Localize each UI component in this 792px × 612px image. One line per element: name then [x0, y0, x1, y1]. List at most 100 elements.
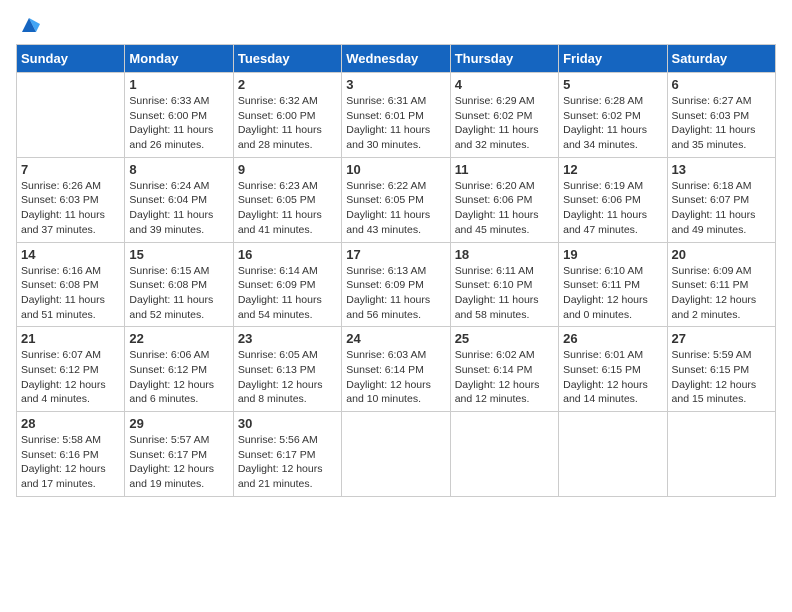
header-thursday: Thursday: [450, 45, 558, 73]
day-info: Sunrise: 6:29 AMSunset: 6:02 PMDaylight:…: [455, 94, 554, 153]
calendar-cell: 14 Sunrise: 6:16 AMSunset: 6:08 PMDayligh…: [17, 242, 125, 327]
day-info: Sunrise: 6:27 AMSunset: 6:03 PMDaylight:…: [672, 94, 771, 153]
day-info: Sunrise: 6:06 AMSunset: 6:12 PMDaylight:…: [129, 348, 228, 407]
calendar-week-3: 14 Sunrise: 6:16 AMSunset: 6:08 PMDayligh…: [17, 242, 776, 327]
day-info: Sunrise: 6:18 AMSunset: 6:07 PMDaylight:…: [672, 179, 771, 238]
day-number: 24: [346, 331, 445, 346]
day-number: 26: [563, 331, 662, 346]
calendar-cell: 10 Sunrise: 6:22 AMSunset: 6:05 PMDayligh…: [342, 157, 450, 242]
calendar-cell: 5 Sunrise: 6:28 AMSunset: 6:02 PMDaylight…: [559, 73, 667, 158]
calendar-cell: 28Sunrise: 5:58 AMSunset: 6:16 PMDayligh…: [17, 412, 125, 497]
header-monday: Monday: [125, 45, 233, 73]
calendar-cell: 16 Sunrise: 6:14 AMSunset: 6:09 PMDayligh…: [233, 242, 341, 327]
calendar-cell: 7 Sunrise: 6:26 AMSunset: 6:03 PMDaylight…: [17, 157, 125, 242]
calendar-cell: 24 Sunrise: 6:03 AMSunset: 6:14 PMDayligh…: [342, 327, 450, 412]
calendar-cell: 27Sunrise: 5:59 AMSunset: 6:15 PMDayligh…: [667, 327, 775, 412]
calendar-cell: 21 Sunrise: 6:07 AMSunset: 6:12 PMDayligh…: [17, 327, 125, 412]
header-friday: Friday: [559, 45, 667, 73]
calendar-week-4: 21 Sunrise: 6:07 AMSunset: 6:12 PMDayligh…: [17, 327, 776, 412]
day-number: 16: [238, 247, 337, 262]
calendar-cell: [342, 412, 450, 497]
calendar-cell: 11 Sunrise: 6:20 AMSunset: 6:06 PMDayligh…: [450, 157, 558, 242]
day-number: 17: [346, 247, 445, 262]
day-number: 14: [21, 247, 120, 262]
calendar-cell: 30 Sunrise: 5:56 AMSunset: 6:17 PMDayligh…: [233, 412, 341, 497]
day-info: Sunrise: 6:26 AMSunset: 6:03 PMDaylight:…: [21, 179, 120, 238]
calendar-cell: [17, 73, 125, 158]
calendar-cell: 3 Sunrise: 6:31 AMSunset: 6:01 PMDaylight…: [342, 73, 450, 158]
calendar-cell: 1 Sunrise: 6:33 AMSunset: 6:00 PMDaylight…: [125, 73, 233, 158]
calendar-cell: 18 Sunrise: 6:11 AMSunset: 6:10 PMDayligh…: [450, 242, 558, 327]
calendar-week-5: 28Sunrise: 5:58 AMSunset: 6:16 PMDayligh…: [17, 412, 776, 497]
day-info: Sunrise: 5:57 AMSunset: 6:17 PMDaylight:…: [129, 433, 228, 492]
day-info: Sunrise: 6:11 AMSunset: 6:10 PMDaylight:…: [455, 264, 554, 323]
day-number: 28: [21, 416, 120, 431]
day-number: 13: [672, 162, 771, 177]
calendar-week-1: 1 Sunrise: 6:33 AMSunset: 6:00 PMDaylight…: [17, 73, 776, 158]
day-info: Sunrise: 6:33 AMSunset: 6:00 PMDaylight:…: [129, 94, 228, 153]
day-info: Sunrise: 6:32 AMSunset: 6:00 PMDaylight:…: [238, 94, 337, 153]
day-info: Sunrise: 5:59 AMSunset: 6:15 PMDaylight:…: [672, 348, 771, 407]
day-number: 22: [129, 331, 228, 346]
day-info: Sunrise: 6:28 AMSunset: 6:02 PMDaylight:…: [563, 94, 662, 153]
calendar-cell: 17Sunrise: 6:13 AMSunset: 6:09 PMDayligh…: [342, 242, 450, 327]
day-info: Sunrise: 6:23 AMSunset: 6:05 PMDaylight:…: [238, 179, 337, 238]
day-info: Sunrise: 6:16 AMSunset: 6:08 PMDaylight:…: [21, 264, 120, 323]
day-number: 7: [21, 162, 120, 177]
calendar-table: SundayMondayTuesdayWednesdayThursdayFrid…: [16, 44, 776, 497]
day-number: 21: [21, 331, 120, 346]
day-info: Sunrise: 6:14 AMSunset: 6:09 PMDaylight:…: [238, 264, 337, 323]
calendar-cell: 13 Sunrise: 6:18 AMSunset: 6:07 PMDayligh…: [667, 157, 775, 242]
day-number: 9: [238, 162, 337, 177]
calendar-cell: 22 Sunrise: 6:06 AMSunset: 6:12 PMDayligh…: [125, 327, 233, 412]
day-info: Sunrise: 6:03 AMSunset: 6:14 PMDaylight:…: [346, 348, 445, 407]
calendar-cell: 19 Sunrise: 6:10 AMSunset: 6:11 PMDayligh…: [559, 242, 667, 327]
logo: [16, 16, 40, 36]
calendar-cell: 25 Sunrise: 6:02 AMSunset: 6:14 PMDayligh…: [450, 327, 558, 412]
day-info: Sunrise: 6:31 AMSunset: 6:01 PMDaylight:…: [346, 94, 445, 153]
day-info: Sunrise: 6:15 AMSunset: 6:08 PMDaylight:…: [129, 264, 228, 323]
day-info: Sunrise: 6:20 AMSunset: 6:06 PMDaylight:…: [455, 179, 554, 238]
day-number: 20: [672, 247, 771, 262]
day-number: 18: [455, 247, 554, 262]
day-number: 10: [346, 162, 445, 177]
day-number: 19: [563, 247, 662, 262]
calendar-cell: [667, 412, 775, 497]
calendar-cell: 9 Sunrise: 6:23 AMSunset: 6:05 PMDaylight…: [233, 157, 341, 242]
calendar-cell: 26 Sunrise: 6:01 AMSunset: 6:15 PMDayligh…: [559, 327, 667, 412]
day-number: 11: [455, 162, 554, 177]
day-info: Sunrise: 6:24 AMSunset: 6:04 PMDaylight:…: [129, 179, 228, 238]
calendar-cell: 20 Sunrise: 6:09 AMSunset: 6:11 PMDayligh…: [667, 242, 775, 327]
calendar-cell: [559, 412, 667, 497]
calendar-cell: 29Sunrise: 5:57 AMSunset: 6:17 PMDayligh…: [125, 412, 233, 497]
day-number: 23: [238, 331, 337, 346]
day-info: Sunrise: 5:56 AMSunset: 6:17 PMDaylight:…: [238, 433, 337, 492]
calendar-cell: 12 Sunrise: 6:19 AMSunset: 6:06 PMDayligh…: [559, 157, 667, 242]
day-info: Sunrise: 6:09 AMSunset: 6:11 PMDaylight:…: [672, 264, 771, 323]
calendar-cell: [450, 412, 558, 497]
calendar-header-row: SundayMondayTuesdayWednesdayThursdayFrid…: [17, 45, 776, 73]
day-number: 30: [238, 416, 337, 431]
day-info: Sunrise: 6:10 AMSunset: 6:11 PMDaylight:…: [563, 264, 662, 323]
header-saturday: Saturday: [667, 45, 775, 73]
day-info: Sunrise: 6:05 AMSunset: 6:13 PMDaylight:…: [238, 348, 337, 407]
day-number: 1: [129, 77, 228, 92]
header-sunday: Sunday: [17, 45, 125, 73]
day-number: 6: [672, 77, 771, 92]
day-number: 25: [455, 331, 554, 346]
calendar-cell: 2 Sunrise: 6:32 AMSunset: 6:00 PMDaylight…: [233, 73, 341, 158]
page-header: [16, 16, 776, 36]
day-number: 5: [563, 77, 662, 92]
day-number: 3: [346, 77, 445, 92]
day-number: 4: [455, 77, 554, 92]
day-info: Sunrise: 6:22 AMSunset: 6:05 PMDaylight:…: [346, 179, 445, 238]
day-info: Sunrise: 6:07 AMSunset: 6:12 PMDaylight:…: [21, 348, 120, 407]
calendar-cell: 15 Sunrise: 6:15 AMSunset: 6:08 PMDayligh…: [125, 242, 233, 327]
day-number: 2: [238, 77, 337, 92]
day-number: 15: [129, 247, 228, 262]
day-info: Sunrise: 6:19 AMSunset: 6:06 PMDaylight:…: [563, 179, 662, 238]
day-info: Sunrise: 6:01 AMSunset: 6:15 PMDaylight:…: [563, 348, 662, 407]
day-number: 12: [563, 162, 662, 177]
day-info: Sunrise: 6:02 AMSunset: 6:14 PMDaylight:…: [455, 348, 554, 407]
day-number: 8: [129, 162, 228, 177]
